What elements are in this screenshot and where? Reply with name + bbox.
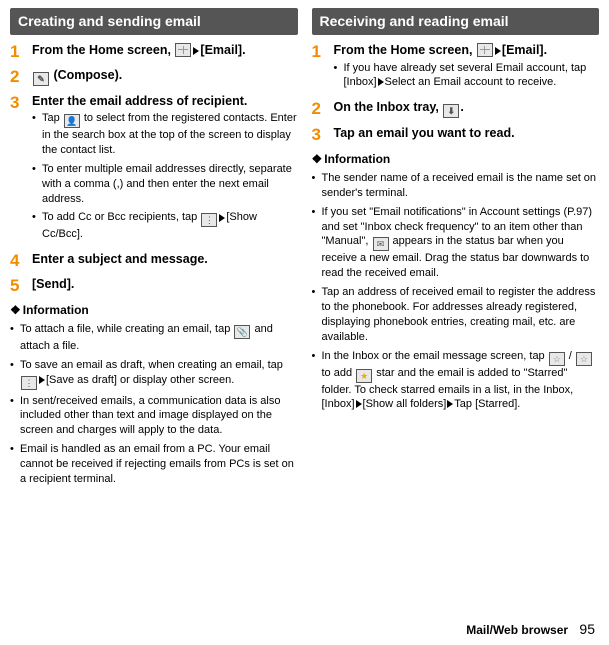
- step: 5[Send].: [10, 277, 298, 296]
- chevron-right-icon: [447, 400, 453, 408]
- step-title: From the Home screen, [Email].: [334, 43, 600, 59]
- step-number: 3: [10, 94, 32, 247]
- chevron-right-icon: [39, 376, 45, 384]
- compose-icon: [33, 72, 49, 86]
- step-body: From the Home screen, [Email]. If you hav…: [334, 43, 600, 94]
- info-item: If you set "Email notifications" in Acco…: [312, 205, 600, 281]
- step-sub-item: To enter multiple email addresses direct…: [32, 162, 298, 207]
- step-body: Tap an email you want to read.: [334, 126, 600, 145]
- chevron-right-icon: [356, 400, 362, 408]
- step-number: 4: [10, 252, 32, 271]
- right-header: Receiving and reading email: [312, 8, 600, 35]
- step-number: 2: [10, 68, 32, 88]
- step-title: Tap an email you want to read.: [334, 126, 600, 142]
- chevron-right-icon: [219, 214, 225, 222]
- step: 3Tap an email you want to read.: [312, 126, 600, 145]
- footer-label: Mail/Web browser: [466, 623, 568, 637]
- apps-grid-icon: [175, 43, 191, 57]
- step-sub-item: Tap to select from the registered contac…: [32, 111, 298, 158]
- attach-icon: [234, 325, 250, 339]
- step-number: 3: [312, 126, 334, 145]
- page-footer: Mail/Web browser 95: [466, 620, 595, 639]
- step-number: 2: [312, 100, 334, 120]
- step-title: On the Inbox tray, .: [334, 100, 600, 118]
- info-item: Email is handled as an email from a PC. …: [10, 442, 298, 487]
- star-filled-icon: [356, 369, 372, 383]
- info-item: The sender name of a received email is t…: [312, 171, 600, 201]
- step-title: From the Home screen, [Email].: [32, 43, 298, 59]
- step-body: Enter a subject and message.: [32, 252, 298, 271]
- footer-page-number: 95: [579, 621, 595, 637]
- right-column: Receiving and reading email 1From the Ho…: [312, 8, 600, 491]
- left-info-list: To attach a file, while creating an emai…: [10, 322, 298, 487]
- step-title: Enter a subject and message.: [32, 252, 298, 268]
- info-item: To attach a file, while creating an emai…: [10, 322, 298, 354]
- apps-grid-icon: [477, 43, 493, 57]
- right-steps: 1From the Home screen, [Email]. If you ha…: [312, 43, 600, 145]
- star-outline-icon: [576, 352, 592, 366]
- step-number: 1: [10, 43, 32, 62]
- step: 4Enter a subject and message.: [10, 252, 298, 271]
- envelope-icon: [373, 237, 389, 251]
- step: 2On the Inbox tray, .: [312, 100, 600, 120]
- step-body: On the Inbox tray, .: [334, 100, 600, 120]
- chevron-right-icon: [378, 78, 384, 86]
- left-column: Creating and sending email 1From the Hom…: [10, 8, 298, 491]
- step: 1From the Home screen, [Email].: [10, 43, 298, 62]
- step-body: Enter the email address of recipient.Tap…: [32, 94, 298, 247]
- step-body: [Send].: [32, 277, 298, 296]
- step-title: [Send].: [32, 277, 298, 293]
- step-sub-list: If you have already set several Email ac…: [334, 61, 600, 91]
- step-number: 1: [312, 43, 334, 94]
- page-columns: Creating and sending email 1From the Hom…: [10, 8, 599, 491]
- step-body: (Compose).: [32, 68, 298, 88]
- step-body: From the Home screen, [Email].: [32, 43, 298, 62]
- more-options-icon: [21, 376, 37, 390]
- info-item: In the Inbox or the email message screen…: [312, 349, 600, 413]
- step: 1From the Home screen, [Email]. If you ha…: [312, 43, 600, 94]
- step-number: 5: [10, 277, 32, 296]
- step: 2 (Compose).: [10, 68, 298, 88]
- info-item: Tap an address of received email to regi…: [312, 285, 600, 344]
- left-steps: 1From the Home screen, [Email].2 (Compos…: [10, 43, 298, 296]
- star-outline-icon: [549, 352, 565, 366]
- contact-icon: [64, 114, 80, 128]
- info-item: To save an email as draft, when creating…: [10, 358, 298, 390]
- inbox-refresh-icon: [443, 104, 459, 118]
- step-sub-list: Tap to select from the registered contac…: [32, 111, 298, 242]
- right-info-list: The sender name of a received email is t…: [312, 171, 600, 412]
- more-options-icon: [201, 213, 217, 227]
- step-title: Enter the email address of recipient.: [32, 94, 298, 110]
- chevron-right-icon: [193, 47, 199, 55]
- left-header: Creating and sending email: [10, 8, 298, 35]
- info-item: In sent/received emails, a communication…: [10, 394, 298, 439]
- step-title: (Compose).: [32, 68, 298, 86]
- right-info-heading: Information: [312, 151, 600, 167]
- chevron-right-icon: [495, 47, 501, 55]
- left-info-heading: Information: [10, 302, 298, 318]
- step-sub-item: To add Cc or Bcc recipients, tap [Show C…: [32, 210, 298, 242]
- step: 3Enter the email address of recipient.Ta…: [10, 94, 298, 247]
- step-sub-item: If you have already set several Email ac…: [334, 61, 600, 91]
